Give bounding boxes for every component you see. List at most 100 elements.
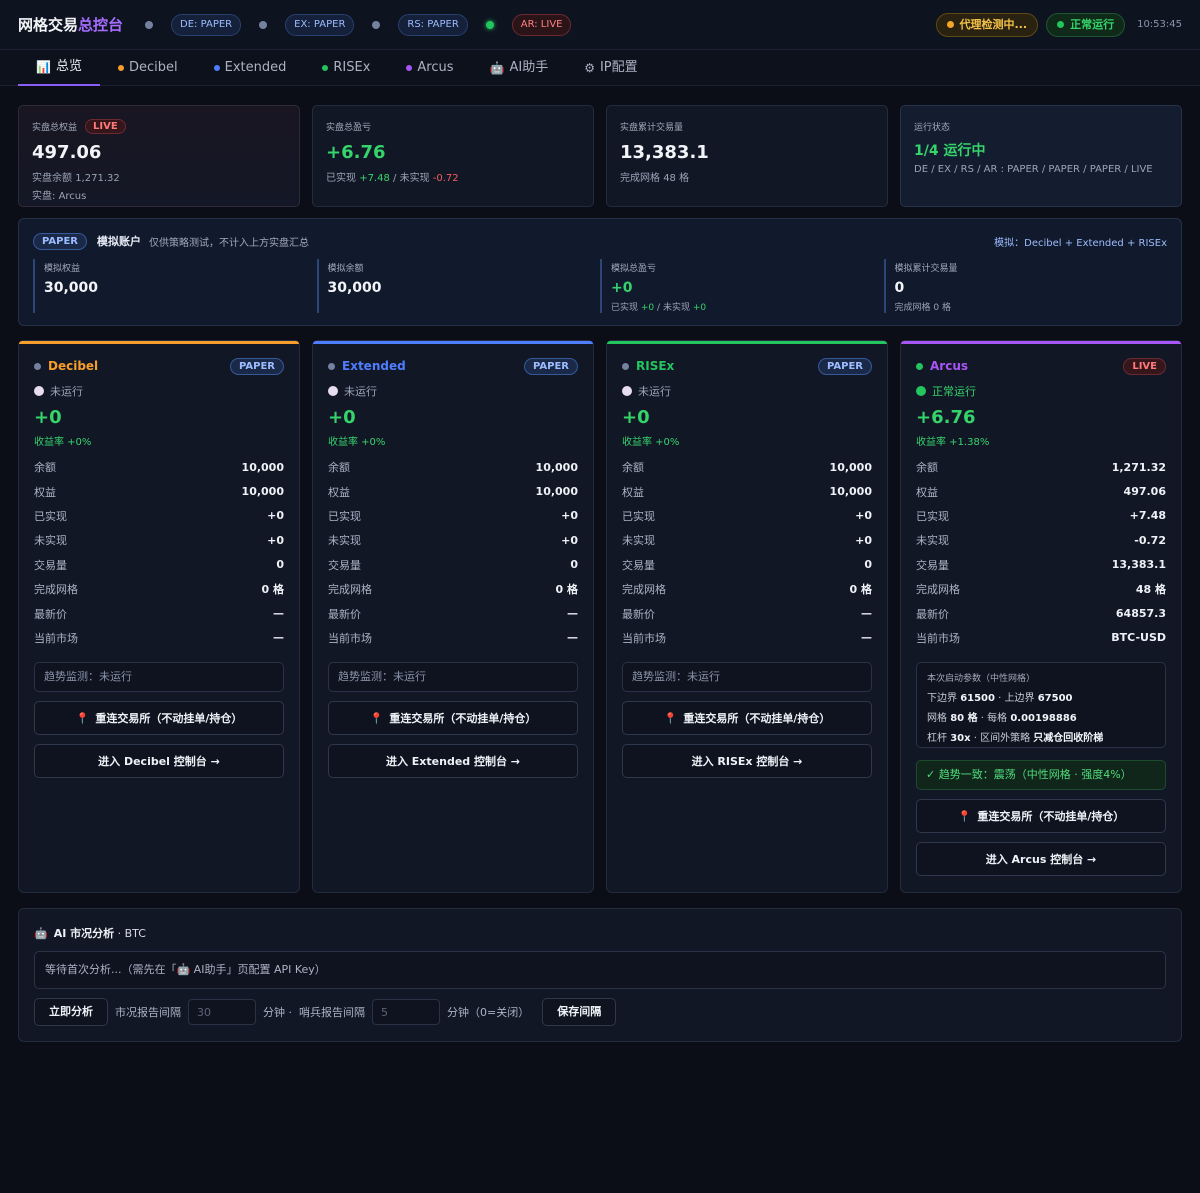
dot-icon <box>213 65 220 71</box>
run-status: 未运行 <box>622 383 872 399</box>
robot-icon: 🤖 <box>489 61 505 75</box>
live-pnl-card: 实盘总盈亏 +6.76 已实现 +7.48 / 未实现 -0.72 <box>312 105 594 207</box>
save-interval-button[interactable]: 保存间隔 <box>542 998 617 1026</box>
exchange-card-extended: Extended PAPER 未运行 +0 收益率 +0% 余额 10,000 权益 10,00… <box>312 340 594 893</box>
reconnect-button[interactable]: 📍 重连交易所（不动挂单/持仓） <box>328 701 578 736</box>
live-pnl-value: +6.76 <box>326 142 386 163</box>
stat-row: 完成网格 0 格 <box>34 583 284 597</box>
tab-bar: 📊 总览 Decibel Extended RISEx Arcus 🤖 AI助手 ⚙… <box>0 50 1200 86</box>
top-bar: 网格交易总控台 DE: PAPER EX: PAPER RS: PAPER AR… <box>0 0 1200 50</box>
live-grids-line: 完成网格 48 格 <box>620 173 690 184</box>
mode-pill-de: DE: PAPER <box>171 13 242 36</box>
status-dot-icon <box>622 362 629 370</box>
analyze-now-button[interactable]: 立即分析 <box>34 998 108 1026</box>
clock: 10:53:45 <box>1137 19 1182 30</box>
tab-ip-config[interactable]: ⚙ IP配置 <box>566 50 655 86</box>
sentinel-interval-label: 哨兵报告间隔 <box>299 1006 365 1019</box>
stat-row: 权益 497.06 <box>916 485 1166 499</box>
reconnect-button[interactable]: 📍 重连交易所（不动挂单/持仓） <box>34 701 284 736</box>
exchange-name: Arcus <box>930 359 969 373</box>
mode-pill-rs: RS: PAPER <box>398 13 468 36</box>
tab-arcus[interactable]: Arcus <box>388 50 471 86</box>
report-interval-input[interactable] <box>188 999 256 1025</box>
reconnect-button[interactable]: 📍 重连交易所（不动挂单/持仓） <box>916 799 1166 834</box>
paper-title: 模拟账户 <box>97 235 142 248</box>
reconnect-button[interactable]: 📍 重连交易所（不动挂单/持仓） <box>622 701 872 736</box>
stat-row: 未实现 +0 <box>622 533 872 548</box>
stat-row: 当前市场 — <box>328 631 578 645</box>
accent-bar <box>313 341 593 344</box>
pin-icon: 📍 <box>957 809 972 823</box>
trend-monitor: 趋势监测：未运行 <box>328 662 578 693</box>
mode-dot-de <box>145 20 154 29</box>
live-volume-card: 实盘累计交易量 13,383.1 完成网格 48 格 <box>606 105 888 207</box>
live-exchange-line: 实盘: Arcus <box>32 191 87 202</box>
sentinel-interval-input[interactable] <box>372 999 440 1025</box>
run-status: 未运行 <box>328 383 578 399</box>
dot-icon <box>406 65 413 71</box>
stat-row: 最新价 — <box>622 607 872 621</box>
summary-cards: 实盘总权益 LIVE 497.06 实盘余额 1,271.32 实盘: Arcus… <box>18 105 1182 207</box>
mode-pill-ar: AR: LIVE <box>511 13 572 36</box>
return-rate: 收益率 +0% <box>622 437 680 448</box>
stat-row: 已实现 +0 <box>328 509 578 523</box>
return-rate: 收益率 +0% <box>328 437 386 448</box>
pin-icon: 📍 <box>369 711 384 725</box>
trend-monitor: ✓ 趋势一致：震荡（中性网格 · 强度4%） <box>916 760 1166 791</box>
stat-row: 交易量 0 <box>622 558 872 572</box>
paper-badge: PAPER <box>33 232 88 250</box>
enter-console-button[interactable]: 进入 RISEx 控制台 → <box>622 744 872 779</box>
pnl-value: +0 <box>34 407 62 428</box>
status-dot-icon <box>328 362 335 370</box>
stat-row: 未实现 +0 <box>34 533 284 548</box>
stat-row: 当前市场 BTC-USD <box>916 631 1166 645</box>
mode-badge: PAPER <box>523 357 578 375</box>
mode-dot-ex <box>259 20 268 29</box>
enter-console-button[interactable]: 进入 Arcus 控制台 → <box>916 842 1166 877</box>
stat-row: 余额 1,271.32 <box>916 460 1166 475</box>
accent-bar <box>901 341 1181 344</box>
stat-row: 已实现 +7.48 <box>916 509 1166 523</box>
status-dot-icon <box>946 21 954 28</box>
stat-row: 余额 10,000 <box>328 460 578 475</box>
paper-volume-stat: 模拟累计交易量 0 完成网格 0 格 <box>883 259 1168 313</box>
stat-row: 最新价 — <box>34 607 284 621</box>
mode-pill-ex: EX: PAPER <box>285 13 355 36</box>
live-equity-value: 497.06 <box>32 142 102 163</box>
ai-analysis-output: 等待首次分析...（需先在「🤖 AI助手」页配置 API Key） <box>34 951 1166 989</box>
tab-risex[interactable]: RISEx <box>304 50 388 86</box>
tab-overview[interactable]: 📊 总览 <box>18 50 100 86</box>
exchange-name: Extended <box>342 359 406 373</box>
robot-icon: 🤖 <box>34 926 48 940</box>
tab-decibel[interactable]: Decibel <box>100 50 196 86</box>
mode-dot-ar <box>485 20 494 29</box>
run-status: 正常运行 <box>916 383 1166 399</box>
stat-row: 最新价 — <box>328 607 578 621</box>
paper-account-panel: PAPER 模拟账户 仅供策略测试，不计入上方实盘汇总 模拟：Decibel +… <box>18 218 1182 326</box>
pnl-value: +0 <box>622 407 650 428</box>
exchange-name: RISEx <box>636 359 675 373</box>
stat-row: 已实现 +0 <box>622 509 872 523</box>
enter-console-button[interactable]: 进入 Decibel 控制台 → <box>34 744 284 779</box>
status-dot-icon <box>328 386 338 396</box>
mode-dot-rs <box>372 20 381 29</box>
card-label: 实盘总盈亏 <box>326 122 372 133</box>
tab-extended[interactable]: Extended <box>196 50 305 86</box>
minutes-label: 分钟 · <box>263 1006 292 1019</box>
tab-ai-assistant[interactable]: 🤖 AI助手 <box>472 50 567 86</box>
run-status-badge: 正常运行 <box>1046 12 1126 37</box>
mode-badge: PAPER <box>817 357 872 375</box>
report-interval-label: 市况报告间隔 <box>115 1006 181 1019</box>
live-pnl-breakdown: 已实现 +7.48 / 未实现 -0.72 <box>326 173 459 184</box>
run-status-modes: DE / EX / RS / AR : PAPER / PAPER / PAPE… <box>914 164 1153 175</box>
enter-console-button[interactable]: 进入 Extended 控制台 → <box>328 744 578 779</box>
paper-balance-stat: 模拟余额 30,000 <box>316 259 601 313</box>
run-status-value: 1/4 运行中 <box>914 143 986 159</box>
stat-row: 未实现 -0.72 <box>916 533 1166 548</box>
stat-row: 当前市场 — <box>622 631 872 645</box>
accent-bar <box>607 341 887 344</box>
stats-list: 余额 10,000 权益 10,000 已实现 +0 未实现 +0 交易量 0 完成网格 0 格最新价… <box>622 455 872 650</box>
live-volume-value: 13,383.1 <box>620 142 709 163</box>
proxy-status-badge: 代理检测中... <box>935 12 1039 37</box>
live-equity-card: 实盘总权益 LIVE 497.06 实盘余额 1,271.32 实盘: Arcus <box>18 105 300 207</box>
